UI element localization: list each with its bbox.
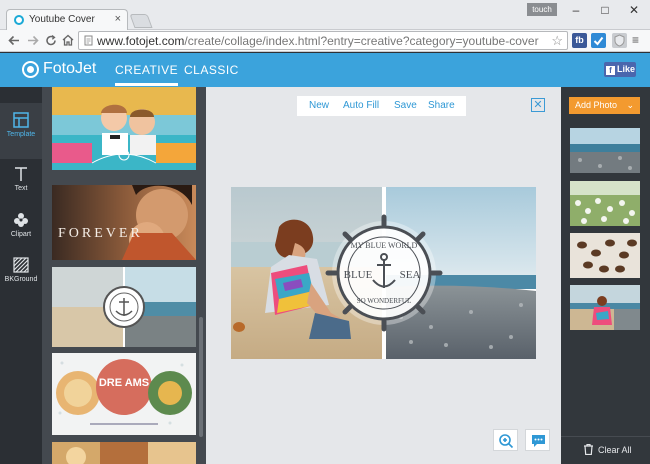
photo-coffee-beans [570,233,640,278]
template-list: FOREVER DRE AMS [42,87,206,464]
auto-fill-button[interactable]: Auto Fill [343,100,379,111]
clear-all-button[interactable]: Clear All [561,436,650,462]
template-birthday-image [52,87,196,170]
facebook-like-button[interactable]: f Like [604,62,636,77]
sidebar-label-clipart: Clipart [10,231,32,238]
shield-extension-icon[interactable] [612,33,627,48]
background-icon [13,257,29,273]
template-thumb-birthday[interactable] [52,87,196,170]
template-icon [13,112,29,128]
sidebar-item-template[interactable]: Template [0,103,42,159]
address-bar[interactable]: www.fotojet.com/create/collage/index.htm… [78,31,568,50]
photo-beach-rocks [570,128,640,173]
photo-panel: Add Photo ⌄ Clear All [561,87,650,464]
collage-workspace: New Auto Fill Save Share ✕ MY BLUE WORLD… [206,87,561,464]
template-blue-world-image [52,267,196,347]
canvas-action-bar: New Auto Fill Save Share [297,96,466,116]
page-icon [84,35,93,46]
sidebar-label-bkground: BKGround [4,276,38,283]
sidebar-item-bkground[interactable]: BKGround [0,248,42,304]
browser-toolbar: www.fotojet.com/create/collage/index.htm… [0,30,650,52]
url-text: www.fotojet.com/create/collage/index.htm… [97,34,539,48]
feedback-button[interactable] [525,429,550,451]
home-icon[interactable] [62,34,74,46]
tab-close-icon[interactable]: × [115,13,121,25]
collage-canvas[interactable]: MY BLUE WORLD BLUE SEA SO WONDERFUL [231,187,536,359]
minimize-button[interactable]: – [566,3,586,17]
bookmark-star-icon[interactable]: ☆ [551,33,563,49]
fotojet-logo-icon [22,61,39,78]
browser-titlebar: Youtube Cover × touch – □ ✕ [0,0,650,30]
logo-text: FotoJet [43,60,97,77]
tool-sidebar: Template Text Clipart BKGround [0,87,42,464]
back-arrow-icon[interactable] [8,35,20,46]
photo-thumb-coffee-beans[interactable] [570,233,640,278]
window-close-button[interactable]: ✕ [624,3,644,17]
badge-top-text: MY BLUE WORLD [351,241,418,250]
template-forever-text: FOREVER [58,226,143,241]
forward-arrow-icon[interactable] [27,35,39,46]
browser-menu-icon[interactable]: ≡ [632,33,639,47]
fotojet-favicon-icon [14,15,24,25]
trash-icon [584,444,593,455]
template-food-image [52,442,196,464]
sidebar-label-text: Text [14,185,28,192]
photo-thumb-flowers[interactable] [570,181,640,226]
check-extension-icon[interactable] [591,33,606,48]
template-scrollbar[interactable] [199,317,203,437]
share-button[interactable]: Share [428,100,455,111]
tab-title: Youtube Cover [29,14,95,25]
facebook-icon: f [606,66,615,75]
template-thumb-blue-world[interactable] [52,267,196,347]
nav-creative[interactable]: CREATIVE [115,63,179,86]
add-photo-button[interactable]: Add Photo ⌄ [569,97,640,114]
photo-flowers [570,181,640,226]
text-icon [15,167,27,181]
zoom-in-icon [499,434,514,449]
template-forever-image: FOREVER [52,185,196,260]
photo-thumb-girl-beach[interactable] [570,285,640,330]
clipart-icon [14,213,28,227]
chevron-down-icon: ⌄ [626,100,634,110]
chat-bubble-icon [532,435,545,447]
badge-right-text: SEA [400,269,421,281]
template-thumb-dreams[interactable]: DRE AMS [52,353,196,435]
clear-all-label: Clear All [598,445,632,455]
touch-badge: touch [527,3,557,16]
collage-image: MY BLUE WORLD BLUE SEA SO WONDERFUL [231,187,536,359]
close-panel-icon[interactable]: ✕ [531,98,545,112]
template-dreams-image: DRE AMS [52,353,196,435]
sidebar-label-template: Template [6,131,36,138]
maximize-button[interactable]: □ [595,3,615,17]
zoom-button[interactable] [493,429,518,451]
new-button[interactable]: New [309,100,329,111]
facebook-extension-icon[interactable]: fb [572,33,587,48]
badge-left-text: BLUE [344,269,373,281]
template-thumb-food[interactable] [52,442,196,464]
reload-icon[interactable] [45,34,57,47]
badge-bottom-text: SO WONDERFUL [357,297,412,305]
photo-girl-beach [570,285,640,330]
app-header: FotoJet CREATIVE CLASSIC f Like [0,53,650,87]
browser-tab[interactable]: Youtube Cover × [6,9,128,30]
template-dreams-text: DRE AMS [99,377,149,389]
new-tab-button[interactable] [129,14,153,28]
photo-thumb-beach-rocks[interactable] [570,128,640,173]
nav-classic[interactable]: CLASSIC [184,63,239,77]
save-button[interactable]: Save [394,100,417,111]
template-thumb-forever[interactable]: FOREVER [52,185,196,260]
add-photo-label: Add Photo [575,100,618,110]
